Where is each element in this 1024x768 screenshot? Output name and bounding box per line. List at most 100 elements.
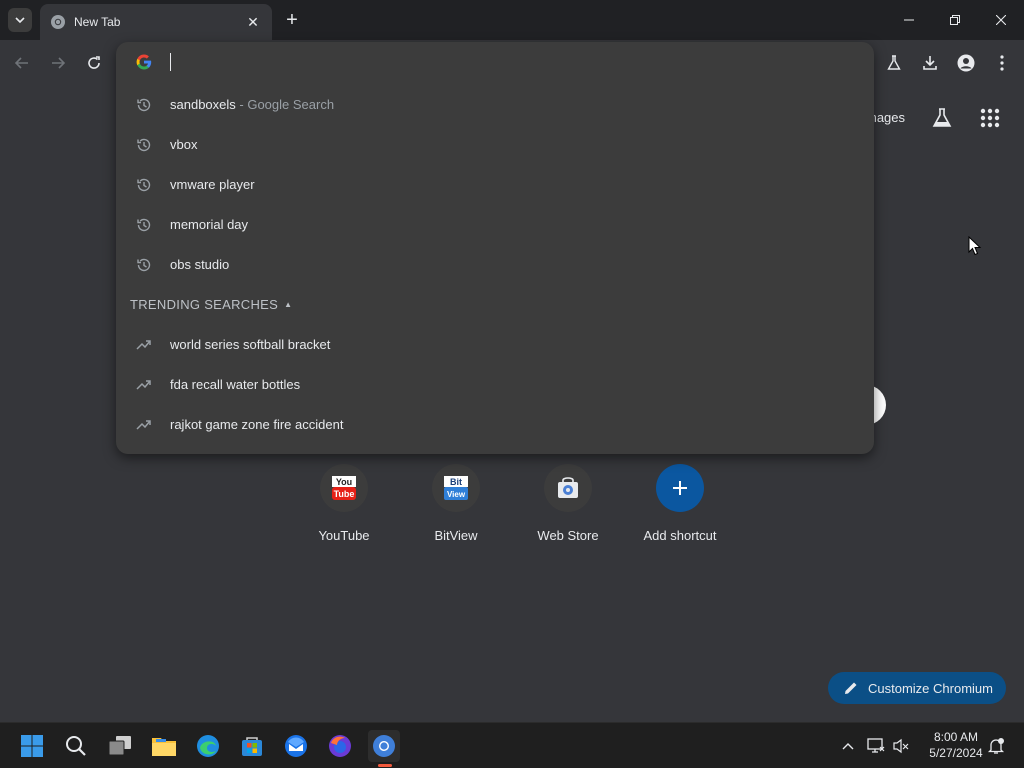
volume-muted-icon (893, 738, 909, 754)
plus-icon (673, 481, 687, 495)
svg-text:Bit: Bit (450, 477, 462, 487)
taskbar-edge[interactable] (192, 730, 224, 762)
forward-button[interactable] (44, 49, 72, 77)
minimize-icon (904, 19, 914, 21)
tab-new-tab[interactable]: New Tab ✕ (40, 4, 272, 40)
minimize-button[interactable] (886, 0, 932, 40)
menu-button[interactable] (988, 49, 1016, 77)
history-icon (137, 98, 151, 112)
new-tab-button[interactable]: + (280, 8, 304, 32)
arrow-right-icon (52, 57, 66, 69)
chevron-up-icon (842, 743, 854, 750)
labs-flask-icon[interactable] (930, 106, 954, 130)
close-window-button[interactable] (978, 0, 1024, 40)
avatar-icon (957, 54, 975, 72)
history-icon (137, 178, 151, 192)
chromium-icon (373, 735, 395, 757)
notifications-button[interactable] (986, 736, 1006, 756)
volume-button[interactable] (892, 736, 912, 756)
clock-date: 5/27/2024 (929, 746, 983, 760)
suggestion-trending[interactable]: rajkot game zone fire accident (116, 405, 874, 445)
store-icon (242, 737, 262, 756)
labs-button[interactable] (880, 49, 908, 77)
trending-header-label: TRENDING SEARCHES (130, 297, 279, 312)
history-icon (137, 138, 151, 152)
history-icon (137, 218, 151, 232)
tab-title: New Tab (74, 15, 121, 29)
start-button[interactable] (16, 730, 48, 762)
webstore-icon (558, 477, 578, 498)
suggestion-text: fda recall water bottles (170, 377, 301, 392)
shortcut-icon-circle (656, 464, 704, 512)
trending-icon (136, 340, 151, 350)
taskbar-file-explorer[interactable] (148, 730, 180, 762)
mouse-cursor-icon (968, 236, 982, 256)
suggestion-text: rajkot game zone fire accident (170, 417, 344, 432)
windows-icon (21, 735, 43, 757)
google-apps-icon[interactable] (978, 106, 1002, 130)
downloads-button[interactable] (916, 49, 944, 77)
task-view-icon (108, 736, 131, 756)
pencil-icon (845, 682, 857, 694)
suggestion-history[interactable]: vmware player (116, 165, 874, 205)
shortcut-label: BitView (434, 528, 478, 543)
restore-button[interactable] (932, 0, 978, 40)
taskbar-search[interactable] (60, 730, 92, 762)
tab-search-button[interactable] (8, 8, 32, 32)
google-g-icon (136, 54, 152, 70)
taskbar-firefox[interactable] (324, 730, 356, 762)
profile-button[interactable] (952, 49, 980, 77)
shortcut-web-store[interactable]: Web Store (512, 462, 624, 552)
arrow-left-icon (14, 57, 28, 69)
shortcut-add[interactable]: Add shortcut (624, 462, 736, 552)
suggestion-history[interactable]: vbox (116, 125, 874, 165)
suggestion-text: sandboxels (170, 97, 236, 112)
customize-label: Customize Chromium (868, 680, 993, 696)
shortcut-label: YouTube (318, 528, 370, 543)
bell-icon (987, 738, 1005, 754)
chevron-up-icon: ▲ (284, 300, 293, 309)
active-app-indicator (378, 764, 392, 767)
taskbar-thunderbird[interactable] (280, 730, 312, 762)
shortcut-youtube[interactable]: You Tube YouTube (288, 462, 400, 552)
trending-header[interactable]: TRENDING SEARCHES ▲ (130, 297, 292, 312)
suggestion-text: obs studio (170, 257, 230, 272)
suggestion-trending[interactable]: fda recall water bottles (116, 365, 874, 405)
suggestion-text: memorial day (170, 217, 249, 232)
download-icon (923, 56, 937, 70)
suggestion-trending[interactable]: world series softball bracket (116, 325, 874, 365)
customize-chromium-button[interactable]: Customize Chromium (828, 672, 1006, 704)
suggestion-text: vmware player (170, 177, 255, 192)
suggestion-text: vbox (170, 137, 198, 152)
network-button[interactable] (866, 736, 886, 756)
system-clock[interactable]: 8:00 AM 5/27/2024 (920, 729, 992, 761)
suggestion-history[interactable]: obs studio (116, 245, 874, 285)
folder-icon (152, 738, 176, 756)
shortcut-icon-circle: You Tube (320, 464, 368, 512)
trending-icon (136, 380, 151, 390)
thunderbird-icon (285, 735, 307, 757)
clock-time: 8:00 AM (933, 730, 979, 744)
task-view-button[interactable] (104, 730, 136, 762)
suggestion-history[interactable]: memorial day (116, 205, 874, 245)
svg-text:Tube: Tube (334, 489, 355, 499)
reload-button[interactable] (80, 49, 108, 77)
text-caret (170, 53, 171, 71)
tab-close-icon[interactable]: ✕ (244, 13, 262, 31)
shortcut-bitview[interactable]: Bit View BitView (400, 462, 512, 552)
restore-icon (950, 15, 960, 25)
suggestion-history[interactable]: sandboxels - Google Search (116, 85, 874, 125)
edge-icon (197, 735, 219, 757)
omnibox-dropdown: sandboxels - Google Search vbox vmware p… (116, 42, 874, 454)
show-hidden-icons-button[interactable] (838, 736, 858, 756)
omnibox-input[interactable] (116, 42, 874, 82)
tab-strip: New Tab ✕ + (0, 0, 1024, 40)
suggestion-text: world series softball bracket (170, 337, 331, 352)
taskbar-chromium[interactable] (368, 730, 400, 762)
history-icon (137, 258, 151, 272)
back-button[interactable] (8, 49, 36, 77)
bitview-icon: Bit View (444, 476, 468, 500)
taskbar-store[interactable] (236, 730, 268, 762)
firefox-icon (329, 735, 351, 757)
suggestion-subtext: - Google Search (235, 97, 335, 112)
